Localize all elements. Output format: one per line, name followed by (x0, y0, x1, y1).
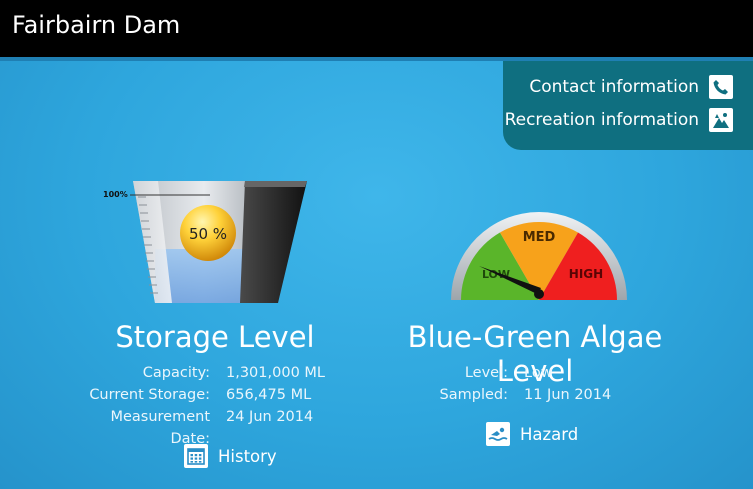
contact-information-link[interactable]: Contact information (529, 75, 733, 99)
gauge-label-low: LOW (482, 268, 510, 281)
storage-level-title: Storage Level (115, 320, 315, 354)
algae-details: Level: Low Sampled: 11 Jun 2014 (368, 362, 612, 406)
recreation-information-link[interactable]: Recreation information (505, 108, 733, 132)
storage-bucket: 100% 50 % (103, 181, 307, 303)
contact-information-label: Contact information (529, 77, 699, 97)
level-key: Level: (464, 365, 508, 381)
hazard-link[interactable]: Hazard (486, 422, 578, 446)
level-value: Low (524, 365, 553, 381)
storage-row-capacity: Capacity: 1,301,000 ML (70, 362, 325, 384)
current-storage-key: Current Storage: (89, 387, 210, 403)
current-storage-value: 656,475 ML (226, 387, 312, 403)
history-label: History (218, 446, 277, 466)
phone-icon (709, 75, 733, 99)
recreation-information-label: Recreation information (504, 110, 699, 130)
bucket-100-percent-label: 100% (103, 190, 128, 199)
algae-row-sampled: Sampled: 11 Jun 2014 (368, 384, 612, 406)
algae-gauge: MED LOW HIGH (451, 212, 627, 300)
history-link[interactable]: History (184, 444, 277, 468)
sampled-value: 11 Jun 2014 (524, 387, 612, 403)
gauge-pivot (534, 289, 544, 299)
storage-percent-label: 50 % (189, 225, 227, 243)
page-title: Fairbairn Dam (12, 11, 181, 39)
storage-row-current: Current Storage: 656,475 ML (70, 384, 325, 406)
hazard-label: Hazard (520, 424, 579, 444)
gauge-label-high: HIGH (569, 267, 603, 281)
storage-details: Capacity: 1,301,000 ML Current Storage: … (70, 362, 325, 450)
capacity-value: 1,301,000 ML (226, 365, 325, 381)
sampled-key: Sampled: (439, 387, 508, 403)
swimmer-icon (486, 422, 510, 446)
calendar-icon (184, 444, 208, 468)
algae-row-level: Level: Low (368, 362, 611, 384)
recreation-icon (709, 108, 733, 132)
info-panel: Contact information Recreation informati… (503, 61, 753, 150)
capacity-key: Capacity: (142, 365, 210, 381)
gauge-label-med: MED (523, 230, 556, 245)
title-bar: Fairbairn Dam (0, 0, 753, 61)
